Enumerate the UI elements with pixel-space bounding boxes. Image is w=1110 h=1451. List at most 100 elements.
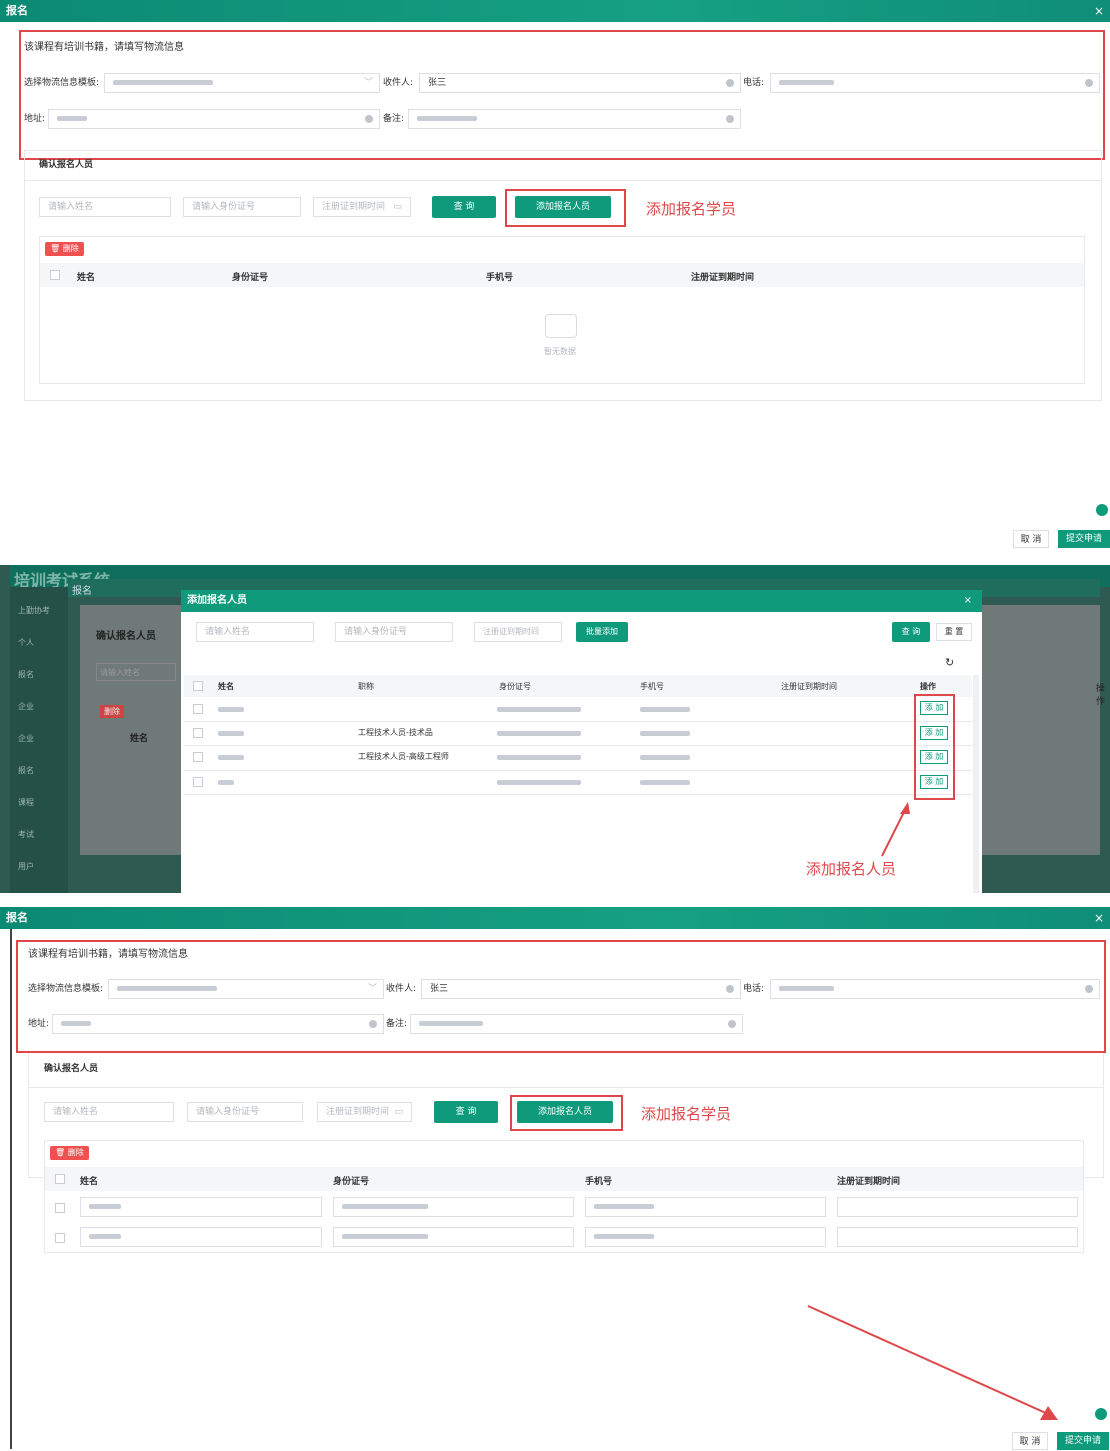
row-checkbox[interactable] — [193, 704, 203, 714]
sidebar-item[interactable]: 考试 — [18, 829, 34, 840]
panel-1: 报名 × 该课程有培训书籍，请填写物流信息 选择物流信息模板: ﹀ 收件人: 张… — [0, 0, 1110, 552]
add-query-button[interactable]: 查 询 — [892, 622, 930, 642]
remark-input[interactable] — [408, 109, 741, 129]
delete-button[interactable]: 🗑 删除 — [50, 1146, 89, 1160]
add-person-button[interactable]: 添加报名人员 — [517, 1101, 613, 1123]
sidebar-item[interactable]: 课程 — [18, 797, 34, 808]
table-container — [39, 236, 1085, 384]
cancel-button[interactable]: 取 消 — [1013, 530, 1049, 548]
date-cell-input[interactable] — [837, 1227, 1078, 1247]
name-search-input[interactable]: 请输入姓名 — [39, 197, 171, 217]
add-name-input[interactable]: 请输入姓名 — [196, 622, 314, 642]
template-label: 选择物流信息模板: — [24, 78, 100, 88]
divider — [184, 770, 972, 771]
template-select[interactable]: ﹀ — [104, 73, 380, 93]
remark-label: 备注: — [386, 1019, 408, 1029]
select-all-checkbox[interactable] — [50, 270, 60, 280]
bg-name-col: 姓名 — [130, 734, 149, 744]
close-icon[interactable]: × — [964, 590, 972, 612]
sidebar-item[interactable]: 报名 — [18, 669, 34, 680]
id-cell-input[interactable] — [333, 1227, 574, 1247]
submit-button[interactable]: 提交申请 — [1058, 530, 1110, 548]
add-id-input[interactable]: 请输入身份证号 — [335, 622, 453, 642]
remark-input[interactable] — [410, 1014, 743, 1034]
close-icon[interactable]: × — [1094, 907, 1104, 929]
clear-icon[interactable] — [728, 1020, 736, 1028]
blurred-id — [497, 755, 581, 760]
phone-input[interactable] — [770, 73, 1100, 93]
clear-icon[interactable] — [1085, 79, 1093, 87]
select-all-checkbox[interactable] — [55, 1174, 65, 1184]
phone-input[interactable] — [770, 979, 1100, 999]
query-button[interactable]: 查 询 — [434, 1101, 498, 1123]
submit-button[interactable]: 提交申请 — [1057, 1432, 1109, 1450]
clear-icon[interactable] — [726, 79, 734, 87]
blurred-id — [497, 731, 581, 736]
sidebar-item[interactable]: 报名 — [18, 765, 34, 776]
id-cell-input[interactable] — [333, 1197, 574, 1217]
panel-2: 培训考试系统 上勤协考 个人 报名 企业 企业 报名 课程 考试 用户 报名 确… — [0, 565, 1110, 893]
name-cell-input[interactable] — [80, 1227, 322, 1247]
query-button[interactable]: 查 询 — [432, 196, 496, 218]
divider — [184, 794, 972, 795]
panel-3: 报名 × 该课程有培训书籍，请填写物流信息 选择物流信息模板: ﹀ 收件人: 张… — [0, 907, 1110, 1450]
name-search-input[interactable]: 请输入姓名 — [44, 1102, 174, 1122]
blurred-id — [497, 780, 581, 785]
help-icon[interactable] — [1096, 504, 1108, 516]
date-cell-input[interactable] — [837, 1197, 1078, 1217]
id-search-input[interactable]: 请输入身份证号 — [187, 1102, 303, 1122]
add-person-button[interactable]: 添加报名人员 — [515, 196, 611, 218]
row-checkbox[interactable] — [193, 728, 203, 738]
sidebar-item[interactable]: 上勤协考 — [18, 605, 50, 616]
empty-text: 暂无数据 — [544, 347, 576, 356]
add-dialog-titlebar: 添加报名人员 × — [181, 590, 982, 612]
add-reset-button[interactable]: 重 置 — [936, 623, 972, 641]
receiver-input[interactable]: 张三 — [419, 73, 741, 93]
clear-icon[interactable] — [365, 115, 373, 123]
left-edge — [10, 929, 12, 1449]
template-select[interactable]: ﹀ — [108, 979, 384, 999]
help-icon[interactable] — [1095, 1408, 1107, 1420]
date-search-input[interactable]: 注册证到期时间 ▭ — [317, 1102, 412, 1122]
column-header: 姓名 — [218, 682, 234, 691]
name-cell-input[interactable] — [80, 1197, 322, 1217]
receiver-value: 张三 — [430, 984, 449, 994]
refresh-icon[interactable]: ↻ — [945, 656, 954, 669]
clear-icon[interactable] — [726, 985, 734, 993]
phone-cell-input[interactable] — [585, 1227, 826, 1247]
address-input[interactable] — [52, 1014, 384, 1034]
logistics-notice: 该课程有培训书籍，请填写物流信息 — [28, 949, 188, 960]
receiver-input[interactable]: 张三 — [421, 979, 741, 999]
id-search-input[interactable]: 请输入身份证号 — [183, 197, 301, 217]
add-date-input[interactable]: 注册证到期时间 — [474, 622, 562, 642]
column-header: 手机号 — [585, 1177, 613, 1187]
clear-icon[interactable] — [1085, 985, 1093, 993]
row-checkbox[interactable] — [193, 777, 203, 787]
sidebar-item[interactable]: 企业 — [18, 701, 34, 712]
trash-icon: 🗑 — [55, 1148, 68, 1157]
clear-icon[interactable] — [726, 115, 734, 123]
row-checkbox[interactable] — [193, 752, 203, 762]
confirm-title: 确认报名人员 — [39, 160, 94, 170]
sidebar-item[interactable]: 用户 — [18, 861, 34, 872]
batch-add-button[interactable]: 批量添加 — [576, 622, 628, 642]
row-checkbox[interactable] — [55, 1233, 65, 1243]
chevron-down-icon: ﹀ — [367, 984, 377, 994]
column-header: 职称 — [358, 682, 374, 691]
date-search-input[interactable]: 注册证到期时间 ▭ — [313, 197, 411, 217]
clear-icon[interactable] — [369, 1020, 377, 1028]
close-icon[interactable]: × — [1094, 0, 1104, 22]
column-header: 身份证号 — [232, 273, 269, 283]
add-table-header — [184, 675, 972, 697]
cancel-button[interactable]: 取 消 — [1012, 1432, 1048, 1450]
sidebar-item[interactable]: 个人 — [18, 637, 34, 648]
column-header: 姓名 — [77, 273, 96, 283]
delete-button[interactable]: 🗑 删除 — [45, 242, 84, 256]
address-input[interactable] — [48, 109, 380, 129]
scrollbar[interactable] — [973, 675, 979, 893]
highlight-box — [914, 694, 955, 800]
select-all-checkbox[interactable] — [193, 681, 203, 691]
row-checkbox[interactable] — [55, 1203, 65, 1213]
phone-cell-input[interactable] — [585, 1197, 826, 1217]
sidebar-item[interactable]: 企业 — [18, 733, 34, 744]
